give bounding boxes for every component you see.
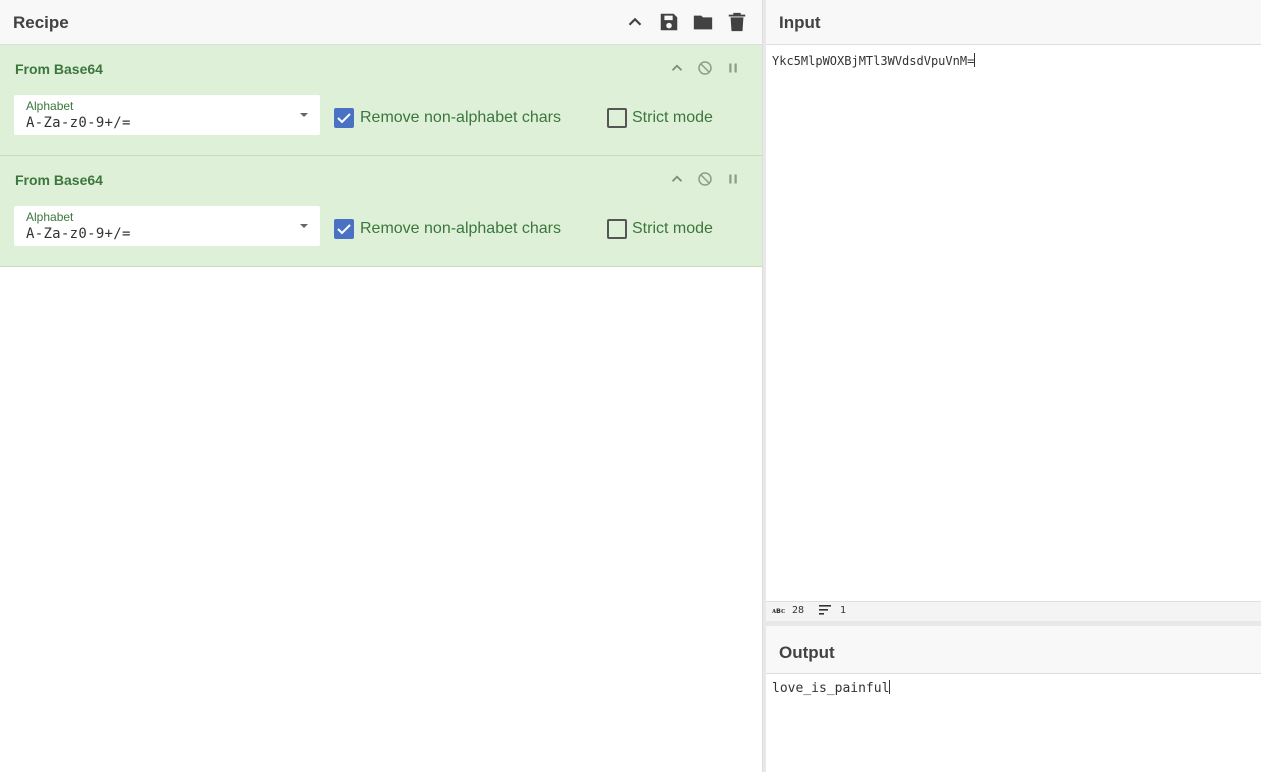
disable-icon[interactable] (696, 170, 714, 188)
output-header: Output (766, 626, 1261, 674)
input-value: Ykc5MlpWOXBjMTl3WVdsdVpuVnM= (772, 54, 975, 68)
lines-icon (819, 605, 831, 615)
text-cursor (889, 680, 891, 694)
output-value: love_is_painful (772, 681, 890, 696)
strict-mode-checkbox[interactable] (607, 108, 627, 128)
pause-icon[interactable] (724, 170, 742, 188)
alphabet-label: Alphabet (26, 99, 74, 113)
dropdown-caret-icon[interactable] (300, 224, 308, 228)
input-header: Input (766, 0, 1261, 45)
remove-non-alphabet-checkbox[interactable] (334, 108, 354, 128)
input-line-count: 1 (840, 605, 847, 616)
abc-length-icon: ᴀʙᴄ (772, 606, 786, 615)
text-cursor (974, 53, 976, 67)
trash-icon[interactable] (726, 11, 748, 33)
operation-title[interactable]: From Base64 (15, 61, 103, 77)
input-length: 28 (792, 605, 805, 616)
recipe-panel: Recipe From Base64 Alphabet A-Za-z0-9+/=… (0, 0, 762, 772)
disable-icon[interactable] (696, 59, 714, 77)
strict-mode-checkbox[interactable] (607, 219, 627, 239)
dropdown-caret-icon[interactable] (300, 113, 308, 117)
io-panel: Input Ykc5MlpWOXBjMTl3WVdsdVpuVnM= ᴀʙᴄ 2… (766, 0, 1261, 772)
output-title: Output (779, 643, 835, 662)
alphabet-value: A-Za-z0-9+/= (26, 226, 131, 242)
input-textarea[interactable]: Ykc5MlpWOXBjMTl3WVdsdVpuVnM= (766, 45, 1261, 601)
operation-from-base64: From Base64 Alphabet A-Za-z0-9+/= Remove… (0, 45, 762, 156)
remove-non-alphabet-label[interactable]: Remove non-alphabet chars (360, 109, 561, 127)
chevron-up-icon[interactable] (668, 59, 686, 77)
strict-mode-label[interactable]: Strict mode (632, 220, 713, 238)
alphabet-value: A-Za-z0-9+/= (26, 115, 131, 131)
pause-icon[interactable] (724, 59, 742, 77)
save-icon[interactable] (658, 11, 680, 33)
remove-non-alphabet-label[interactable]: Remove non-alphabet chars (360, 220, 561, 238)
chevron-up-icon[interactable] (624, 11, 646, 33)
alphabet-label: Alphabet (26, 210, 74, 224)
input-title: Input (779, 13, 821, 32)
operation-controls (668, 59, 742, 77)
operation-from-base64: From Base64 Alphabet A-Za-z0-9+/= Remove… (0, 156, 762, 267)
recipe-title: Recipe (13, 13, 69, 32)
recipe-header-icons (624, 11, 748, 33)
alphabet-select[interactable]: Alphabet A-Za-z0-9+/= (14, 206, 320, 246)
input-status-bar: ᴀʙᴄ 28 1 (766, 601, 1261, 621)
operation-controls (668, 170, 742, 188)
remove-non-alphabet-checkbox[interactable] (334, 219, 354, 239)
output-textarea[interactable]: love_is_painful (766, 674, 1261, 772)
chevron-up-icon[interactable] (668, 170, 686, 188)
strict-mode-label[interactable]: Strict mode (632, 109, 713, 127)
recipe-header: Recipe (0, 0, 762, 45)
folder-icon[interactable] (692, 11, 714, 33)
operation-title[interactable]: From Base64 (15, 172, 103, 188)
alphabet-select[interactable]: Alphabet A-Za-z0-9+/= (14, 95, 320, 135)
